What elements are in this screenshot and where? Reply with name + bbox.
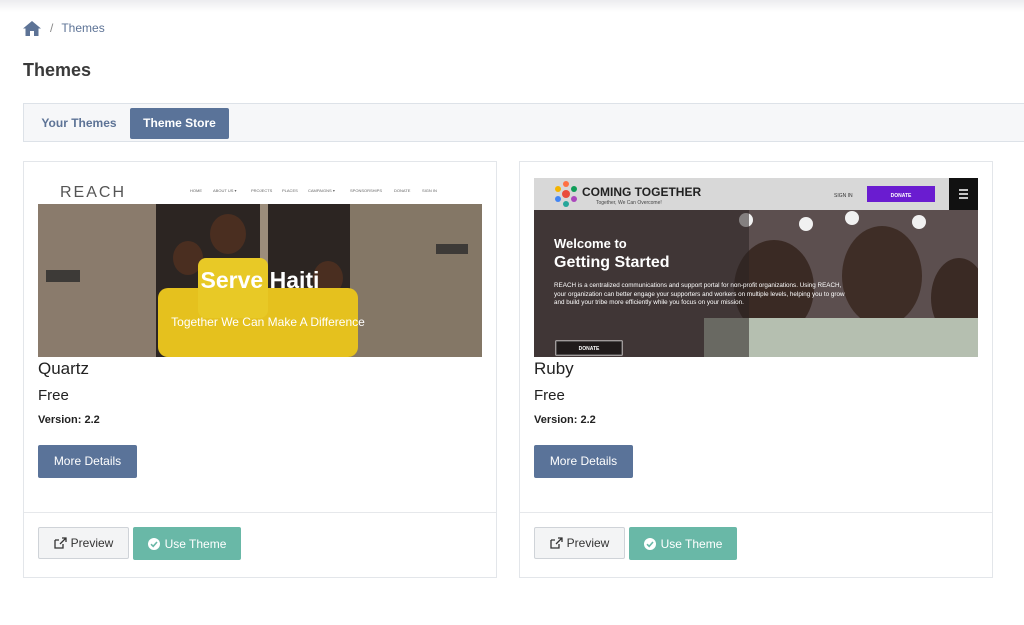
theme-card-ruby: COMING TOGETHER Together, We Can Overcom… bbox=[519, 161, 993, 578]
preview-button[interactable]: Preview bbox=[534, 527, 625, 559]
check-circle-icon bbox=[643, 537, 656, 550]
more-details-button[interactable]: More Details bbox=[534, 445, 633, 478]
external-link-icon bbox=[54, 537, 67, 549]
theme-price: Free bbox=[38, 387, 69, 404]
theme-thumbnail-quartz: REACH HOME ABOUT US ▾ PROJECTS PLACES CA… bbox=[38, 178, 482, 357]
preview-button-label: Preview bbox=[70, 536, 114, 550]
card-footer-divider bbox=[24, 512, 496, 513]
theme-card-quartz: REACH HOME ABOUT US ▾ PROJECTS PLACES CA… bbox=[23, 161, 497, 578]
thumb-signin: SIGN IN bbox=[834, 193, 853, 199]
check-circle-icon bbox=[147, 537, 160, 550]
use-theme-button[interactable]: Use Theme bbox=[133, 527, 241, 560]
thumb-nav-home: HOME bbox=[190, 188, 202, 193]
thumb-headline-2: Getting Started bbox=[554, 254, 670, 271]
thumb-nav-signin: SIGN IN bbox=[422, 188, 437, 193]
theme-name: Ruby bbox=[534, 359, 574, 378]
page-title: Themes bbox=[23, 60, 92, 80]
theme-thumbnail-ruby: COMING TOGETHER Together, We Can Overcom… bbox=[534, 178, 978, 357]
thumb-headline: Serve Haiti bbox=[201, 267, 320, 293]
thumb-tagline: Together We Can Make A Difference bbox=[171, 315, 365, 329]
preview-button[interactable]: Preview bbox=[38, 527, 129, 559]
thumb-nav-sponsorships: SPONSORSHIPS bbox=[350, 188, 382, 193]
external-link-icon bbox=[550, 537, 563, 549]
thumb-logo: REACH bbox=[60, 184, 126, 201]
tab-your-themes[interactable]: Your Themes bbox=[30, 108, 128, 139]
theme-name: Quartz bbox=[38, 359, 90, 378]
breadcrumb-separator: / bbox=[50, 21, 54, 35]
thumb-nav-campaigns: CAMPAIGNS ▾ bbox=[308, 188, 335, 193]
tab-theme-store[interactable]: Theme Store bbox=[130, 108, 229, 139]
home-icon[interactable] bbox=[23, 20, 41, 36]
thumb-nav-donate: DONATE bbox=[394, 188, 411, 193]
use-theme-button-label: Use Theme bbox=[164, 536, 227, 551]
more-details-button[interactable]: More Details bbox=[38, 445, 137, 478]
theme-tabs: Your Themes Theme Store bbox=[23, 103, 1024, 142]
breadcrumb: / Themes bbox=[23, 19, 105, 37]
use-theme-button[interactable]: Use Theme bbox=[629, 527, 737, 560]
breadcrumb-current[interactable]: Themes bbox=[61, 21, 104, 35]
theme-version: Version: 2.2 bbox=[534, 414, 596, 426]
thumb-donate-top: DONATE bbox=[891, 193, 912, 199]
theme-price: Free bbox=[534, 387, 565, 404]
thumb-logo: COMING TOGETHER bbox=[582, 185, 701, 199]
thumb-body: REACH is a centralized communications an… bbox=[554, 282, 845, 307]
thumb-headline-1: Welcome to bbox=[554, 236, 627, 251]
thumb-nav-places: PLACES bbox=[282, 188, 298, 193]
thumb-nav-projects: PROJECTS bbox=[251, 188, 273, 193]
thumb-nav-about: ABOUT US ▾ bbox=[213, 188, 237, 193]
preview-button-label: Preview bbox=[566, 536, 610, 550]
use-theme-button-label: Use Theme bbox=[660, 536, 723, 551]
card-footer-divider bbox=[520, 512, 992, 513]
top-shadow-bar bbox=[0, 0, 1024, 12]
theme-version: Version: 2.2 bbox=[38, 414, 100, 426]
thumb-logo-sub: Together, We Can Overcome! bbox=[596, 200, 662, 206]
thumb-donate-bottom: DONATE bbox=[579, 346, 600, 352]
